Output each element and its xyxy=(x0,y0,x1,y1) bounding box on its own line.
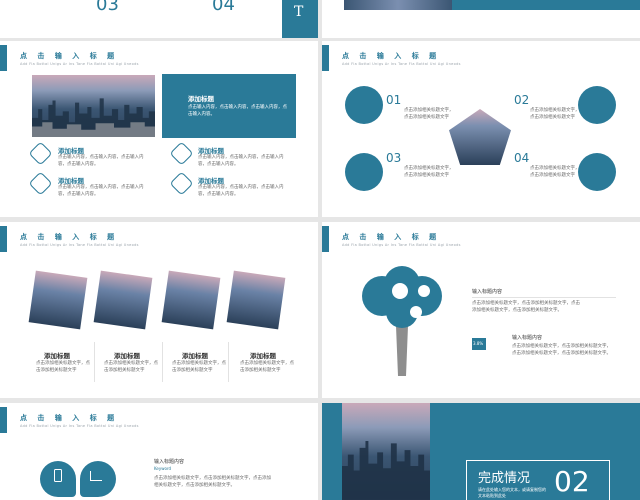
label-2: 输入标题内容 xyxy=(512,335,543,341)
text-1: 点击添加相关标题文字，点击添加相关标题文字，点击添加相关标题文字，点击添加相关标… xyxy=(472,301,580,313)
item-4-text: 点击输入内容，点击输入内容，点击输入内容，点击输入内容。 xyxy=(198,185,284,197)
item-number-03: 03 xyxy=(386,151,402,165)
slide-subtitle: Add Fla Bottal Unigs Ar Ins Tane Fla Bot… xyxy=(20,62,139,66)
content-sublabel: Keyword xyxy=(154,466,172,471)
title-accent xyxy=(0,226,7,252)
person-desk-icon xyxy=(578,153,616,191)
person-desk-icon xyxy=(345,86,383,124)
card-1-text: 点击添加相关标题文字，点击添加相关标题文字 xyxy=(36,361,90,373)
slide-thumbnail-b[interactable]: 点 击 输 入 标 题 Add Fla Bottal Unigs Ar Ins … xyxy=(322,41,640,217)
slide-title: 点 击 输 入 标 题 xyxy=(342,51,441,60)
slide-thumbnail-c[interactable]: 点 击 输 入 标 题 Add Fla Bottal Unigs Ar Ins … xyxy=(0,222,318,398)
divider xyxy=(162,342,163,382)
city-photo xyxy=(32,75,155,137)
heading-text: 请在此处输入您的文本，或请复制您的文本粘贴到此处 xyxy=(478,487,546,498)
item-number-02: 02 xyxy=(514,93,530,107)
pentagon-photo xyxy=(449,109,511,165)
card-4-title: 添加标题 xyxy=(250,352,276,360)
photo-card-4 xyxy=(226,270,286,330)
content-label: 输入标题内容 xyxy=(154,459,185,465)
slide-thumbnail-top-right[interactable] xyxy=(322,0,640,38)
item-text-01: 点击添加相关标题文字，点击添加相关标题文字 xyxy=(404,108,454,120)
item-3-text: 点击输入内容，点击输入内容，点击输入内容，点击输入内容。 xyxy=(58,185,144,197)
item-number-04: 04 xyxy=(514,151,530,165)
card-3-title: 添加标题 xyxy=(182,352,208,360)
item-1-text: 点击输入内容，点击输入内容，点击输入内容，点击输入内容。 xyxy=(58,155,144,167)
photo-card-3 xyxy=(161,270,221,330)
settings-icon xyxy=(169,141,194,166)
slide-subtitle: Add Fla Bottal Unigs Ar Ins Tane Fla Bot… xyxy=(342,243,461,247)
person-desk-icon xyxy=(578,86,616,124)
divider xyxy=(94,342,95,382)
number-04: 04 xyxy=(212,0,235,15)
title-accent xyxy=(0,45,7,71)
slide-thumbnail-e[interactable]: 点 击 输 入 标 题 Add Fla Bottal Unigs Ar Ins … xyxy=(0,403,318,500)
feature-box-text: 点击输入内容，点击输入内容，点击输入内容，点击输入内容。 xyxy=(188,105,287,117)
pen-icon xyxy=(169,171,194,196)
side-tab-label: T xyxy=(294,4,304,20)
item-text-02: 点击添加相关标题文字，点击添加相关标题文字 xyxy=(530,108,580,120)
skyline-graphic xyxy=(32,97,155,137)
slide-sorter: 03 04 T 点 击 输 入 标 题 Add Fla Bottal Unigs… xyxy=(0,0,640,500)
slide-thumbnail-f[interactable]: 完成情况 请在此处输入您的文本，或请复制您的文本粘贴到此处 02 xyxy=(322,403,640,500)
item-2-text: 点击输入内容，点击输入内容，点击输入内容，点击输入内容。 xyxy=(198,155,284,167)
tree-graphic xyxy=(362,266,442,376)
feature-box-title: 添加标题 xyxy=(188,95,214,103)
title-accent xyxy=(322,226,329,252)
photo-card-1 xyxy=(28,270,88,330)
pie-chart-icon xyxy=(28,141,53,166)
slide-thumbnail-d[interactable]: 点 击 输 入 标 题 Add Fla Bottal Unigs Ar Ins … xyxy=(322,222,640,398)
slide-thumbnail-top-left[interactable]: 03 04 T xyxy=(0,0,318,38)
title-accent xyxy=(322,45,329,71)
bar-chart-glyph xyxy=(90,471,102,481)
percent-badge-text: 3.8% xyxy=(473,341,484,346)
paper-plane-icon xyxy=(28,171,53,196)
label-1-rule xyxy=(472,297,616,298)
item-number-01: 01 xyxy=(386,93,402,107)
card-4-text: 点击添加相关标题文字，点击添加相关标题文字 xyxy=(240,361,294,373)
slide-thumbnail-a[interactable]: 点 击 输 入 标 题 Add Fla Bottal Unigs Ar Ins … xyxy=(0,41,318,217)
card-3-text: 点击添加相关标题文字，点击添加相关标题文字 xyxy=(172,361,226,373)
feature-box: 添加标题 点击输入内容，点击输入内容，点击输入内容，点击输入内容。 xyxy=(162,74,296,138)
slide-title: 点 击 输 入 标 题 xyxy=(342,232,441,241)
section-number: 02 xyxy=(554,465,590,498)
number-03: 03 xyxy=(96,0,119,15)
card-1-title: 添加标题 xyxy=(44,352,70,360)
top-right-bar xyxy=(452,0,640,10)
photo-strip xyxy=(344,0,452,10)
heading: 完成情况 xyxy=(478,471,531,486)
side-tab: T xyxy=(282,0,318,38)
slide-title: 点 击 输 入 标 题 xyxy=(20,232,119,241)
item-text-04: 点击添加相关标题文字，点击添加相关标题文字 xyxy=(530,166,580,178)
city-photo xyxy=(342,403,430,500)
label-1: 输入标题内容 xyxy=(472,289,503,295)
slide-subtitle: Add Fla Bottal Unigs Ar Ins Tane Fla Bot… xyxy=(20,243,139,247)
item-text-03: 点击添加相关标题文字，点击添加相关标题文字 xyxy=(404,166,454,178)
percent-badge: 3.8% xyxy=(472,338,486,350)
divider xyxy=(228,342,229,382)
photo-card-2 xyxy=(93,270,153,330)
skyline-graphic xyxy=(342,441,430,500)
card-2-text: 点击添加相关标题文字，点击添加相关标题文字 xyxy=(104,361,158,373)
person-desk-icon xyxy=(345,153,383,191)
slide-subtitle: Add Fla Bottal Unigs Ar Ins Tane Fla Bot… xyxy=(20,424,139,428)
text-2: 点击添加相关标题文字，点击添加相关标题文字，点击添加相关标题文字，点击添加相关标… xyxy=(512,344,611,356)
slide-subtitle: Add Fla Bottal Unigs Ar Ins Tane Fla Bot… xyxy=(342,62,461,66)
slide-title: 点 击 输 入 标 题 xyxy=(20,413,119,422)
title-accent xyxy=(0,407,7,433)
slide-title: 点 击 输 入 标 题 xyxy=(20,51,119,60)
phone-glyph xyxy=(54,469,62,482)
card-2-title: 添加标题 xyxy=(114,352,140,360)
content-text: 点击添加相关标题文字，点击添加相关标题文字，点击添加相关标题文字，点击添加相关标… xyxy=(154,476,271,488)
